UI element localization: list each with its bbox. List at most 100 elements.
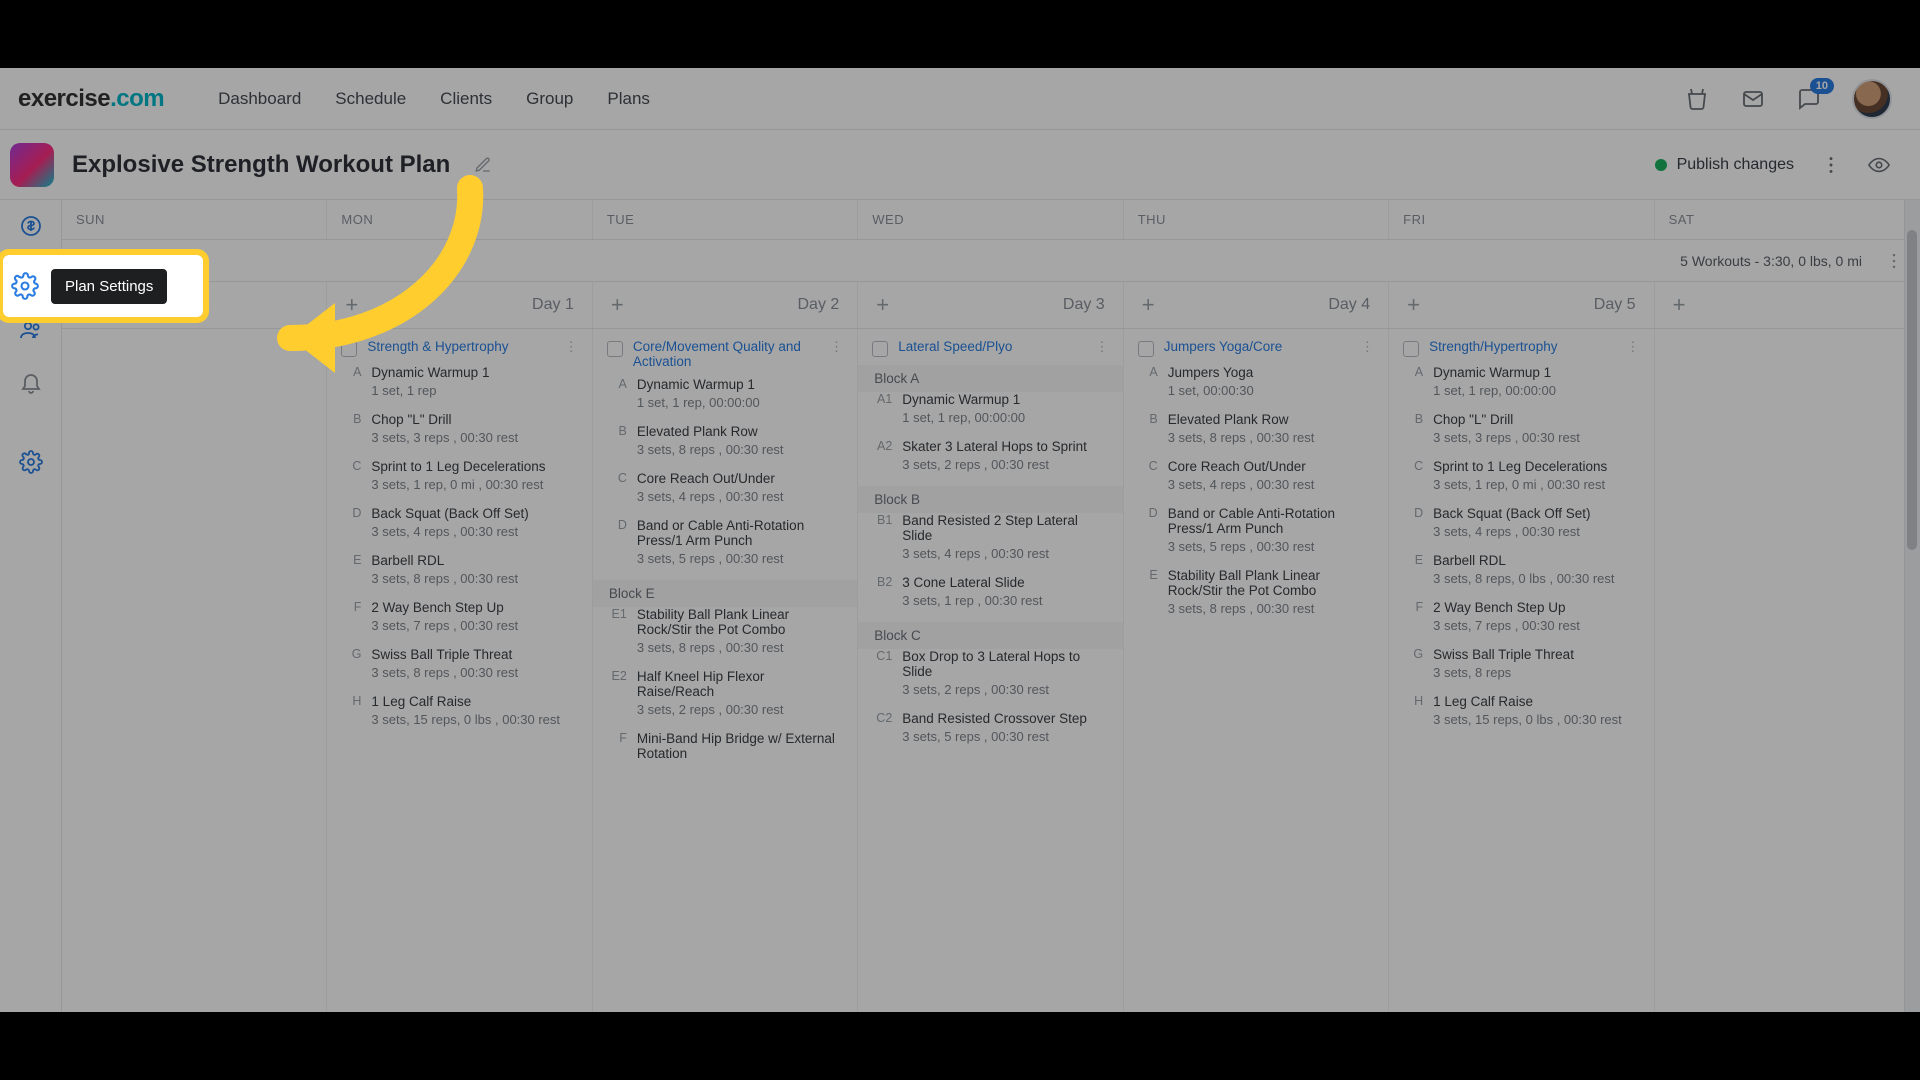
plus-icon[interactable]: + [1407, 292, 1420, 318]
exercise-item[interactable]: DBand or Cable Anti-Rotation Press/1 Arm… [593, 518, 857, 580]
left-rail [0, 200, 62, 1012]
exercise-item[interactable]: CSprint to 1 Leg Decelerations3 sets, 1 … [1389, 459, 1653, 506]
exercise-item[interactable]: H1 Leg Calf Raise3 sets, 15 reps, 0 lbs … [1389, 694, 1653, 741]
exercise-item[interactable]: ADynamic Warmup 11 set, 1 rep, 00:00:00 [593, 377, 857, 424]
rail-bell-icon[interactable] [17, 368, 45, 396]
exercise-name: 1 Leg Calf Raise [371, 694, 577, 709]
column-checkbox[interactable] [607, 341, 623, 357]
nav-dashboard[interactable]: Dashboard [218, 89, 301, 109]
exercise-item[interactable]: F2 Way Bench Step Up3 sets, 7 reps , 00:… [327, 600, 591, 647]
exercise-item[interactable]: DBand or Cable Anti-Rotation Press/1 Arm… [1124, 506, 1388, 568]
column-kebab-icon[interactable]: ⋮ [564, 339, 578, 355]
rail-group-icon[interactable] [17, 316, 45, 344]
exercise-item[interactable]: H1 Leg Calf Raise3 sets, 15 reps, 0 lbs … [327, 694, 591, 741]
scrollbar-track[interactable] [1904, 200, 1920, 1012]
exercise-item[interactable]: E2Half Kneel Hip Flexor Raise/Reach3 set… [593, 669, 857, 731]
exercise-item[interactable]: F2 Way Bench Step Up3 sets, 7 reps , 00:… [1389, 600, 1653, 647]
plus-icon[interactable]: + [80, 292, 93, 318]
avatar[interactable] [1852, 79, 1892, 119]
exercise-item[interactable]: CSprint to 1 Leg Decelerations3 sets, 1 … [327, 459, 591, 506]
exercise-name: Chop "L" Drill [371, 412, 577, 427]
column-checkbox[interactable] [1403, 341, 1419, 357]
add-day-cell[interactable]: +Day 4 [1124, 282, 1389, 328]
scrollbar-thumb[interactable] [1907, 230, 1917, 550]
publish-button[interactable]: Publish changes [1655, 156, 1794, 174]
brand-logo[interactable]: exercise.com [18, 85, 164, 113]
add-day-cell[interactable]: +Day 1 [327, 282, 592, 328]
nav-group[interactable]: Group [526, 89, 573, 109]
exercise-item[interactable]: FMini-Band Hip Bridge w/ External Rotati… [593, 731, 857, 778]
exercise-item[interactable]: A1Dynamic Warmup 11 set, 1 rep, 00:00:00 [858, 392, 1122, 439]
nav-plans[interactable]: Plans [607, 89, 650, 109]
add-day-cell[interactable]: +Day 3 [858, 282, 1123, 328]
exercise-item[interactable]: DBack Squat (Back Off Set)3 sets, 4 reps… [1389, 506, 1653, 553]
exercise-item[interactable]: GSwiss Ball Triple Threat3 sets, 8 reps … [327, 647, 591, 694]
exercise-item[interactable]: BElevated Plank Row3 sets, 8 reps , 00:3… [1124, 412, 1388, 459]
column-kebab-icon[interactable]: ⋮ [1095, 339, 1109, 355]
exercise-item[interactable]: C1Box Drop to 3 Lateral Hops to Slide3 s… [858, 649, 1122, 711]
exercise-item[interactable]: AJumpers Yoga1 set, 00:00:30 [1124, 365, 1388, 412]
rail-profile-icon[interactable] [17, 264, 45, 292]
pencil-icon[interactable] [474, 156, 492, 174]
exercise-item[interactable]: CCore Reach Out/Under3 sets, 4 reps , 00… [593, 471, 857, 518]
exercise-item[interactable]: BChop "L" Drill3 sets, 3 reps , 00:30 re… [1389, 412, 1653, 459]
nav-clients[interactable]: Clients [440, 89, 492, 109]
exercise-item[interactable]: ADynamic Warmup 11 set, 1 rep, 00:00:00 [1389, 365, 1653, 412]
plus-icon[interactable]: + [1142, 292, 1155, 318]
exercise-item[interactable]: DBack Squat (Back Off Set)3 sets, 4 reps… [327, 506, 591, 553]
exercise-name: Dynamic Warmup 1 [902, 392, 1108, 407]
exercise-item[interactable]: A2Skater 3 Lateral Hops to Sprint3 sets,… [858, 439, 1122, 486]
exercise-item[interactable]: EBarbell RDL3 sets, 8 reps, 0 lbs , 00:3… [1389, 553, 1653, 600]
add-day-cell[interactable]: +Day 5 [1389, 282, 1654, 328]
column-title[interactable]: Strength/Hypertrophy [1429, 339, 1616, 354]
dayhead-wed: WED [858, 200, 1123, 239]
add-day-cell[interactable]: +Day 2 [593, 282, 858, 328]
nav-links: Dashboard Schedule Clients Group Plans [218, 89, 650, 109]
column-title[interactable]: Lateral Speed/Plyo [898, 339, 1085, 354]
workout-column: Core/Movement Quality and Activation ⋮ ADy… [593, 329, 858, 1012]
exercise-meta: 3 sets, 3 reps , 00:30 rest [1405, 427, 1639, 457]
week-select[interactable]: Week 1 of 2 [78, 253, 152, 269]
plus-icon[interactable]: + [345, 292, 358, 318]
eye-icon[interactable] [1868, 154, 1890, 176]
exercise-item[interactable]: ADynamic Warmup 11 set, 1 rep [327, 365, 591, 412]
exercise-item[interactable]: E1Stability Ball Plank Linear Rock/Stir … [593, 607, 857, 669]
column-kebab-icon[interactable]: ⋮ [1361, 339, 1375, 355]
column-kebab-icon[interactable]: ⋮ [1626, 339, 1640, 355]
add-day-cell[interactable]: + [62, 282, 327, 328]
exercise-item[interactable]: C2Band Resisted Crossover Step3 sets, 5 … [858, 711, 1122, 758]
exercise-index: B2 [874, 575, 892, 590]
plus-icon[interactable]: + [611, 292, 624, 318]
exercise-item[interactable]: GSwiss Ball Triple Threat3 sets, 8 reps [1389, 647, 1653, 694]
mail-icon[interactable] [1740, 86, 1766, 112]
kebab-icon[interactable] [1820, 154, 1842, 176]
exercise-index: C [343, 459, 361, 474]
column-title[interactable]: Strength & Hypertrophy [367, 339, 554, 354]
exercise-item[interactable]: EBarbell RDL3 sets, 8 reps , 00:30 rest [327, 553, 591, 600]
column-checkbox[interactable] [1138, 341, 1154, 357]
exercise-item[interactable]: B23 Cone Lateral Slide3 sets, 1 rep , 00… [858, 575, 1122, 622]
plus-icon[interactable]: + [1673, 292, 1686, 318]
exercise-item[interactable]: B1Band Resisted 2 Step Lateral Slide3 se… [858, 513, 1122, 575]
plus-icon[interactable]: + [876, 292, 889, 318]
exercise-item[interactable]: BChop "L" Drill3 sets, 3 reps , 00:30 re… [327, 412, 591, 459]
exercise-index: B [343, 412, 361, 427]
exercise-item[interactable]: CCore Reach Out/Under3 sets, 4 reps , 00… [1124, 459, 1388, 506]
add-day-cell[interactable]: + [1655, 282, 1920, 328]
column-kebab-icon[interactable]: ⋮ [830, 339, 844, 355]
nav-schedule[interactable]: Schedule [335, 89, 406, 109]
column-title[interactable]: Core/Movement Quality and Activation [633, 339, 820, 369]
week-kebab-icon[interactable] [1884, 251, 1904, 271]
exercise-item[interactable]: BElevated Plank Row3 sets, 8 reps , 00:3… [593, 424, 857, 471]
exercise-name: Chop "L" Drill [1433, 412, 1639, 427]
shop-icon[interactable] [1684, 86, 1710, 112]
rail-billing-icon[interactable] [17, 212, 45, 240]
chat-icon[interactable]: 10 [1796, 86, 1822, 112]
exercise-item[interactable]: EStability Ball Plank Linear Rock/Stir t… [1124, 568, 1388, 630]
exercise-index: C1 [874, 649, 892, 679]
rail-settings-icon[interactable] [17, 448, 45, 476]
column-checkbox[interactable] [872, 341, 888, 357]
column-checkbox[interactable] [341, 341, 357, 357]
chevron-down-icon[interactable] [162, 254, 176, 268]
column-title[interactable]: Jumpers Yoga/Core [1164, 339, 1351, 354]
